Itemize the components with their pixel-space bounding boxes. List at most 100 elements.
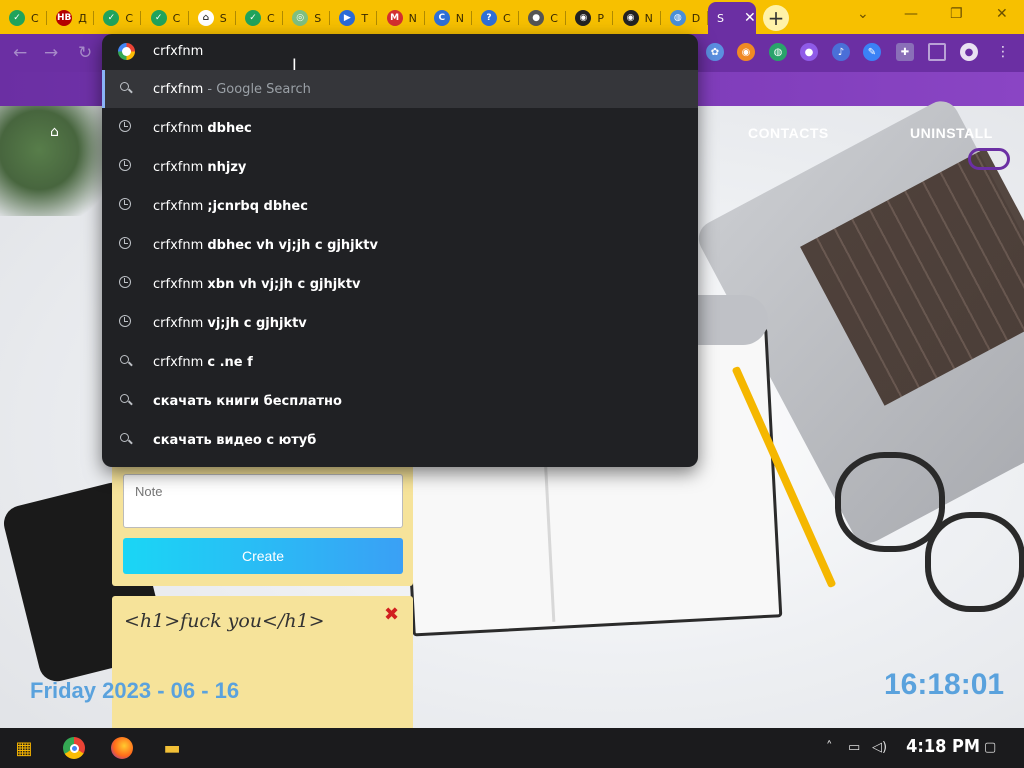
tab-favicon-icon: ✓ — [245, 10, 261, 26]
extension-icon[interactable]: ✎ — [863, 43, 881, 61]
suggestion-completion: nhjzy — [207, 159, 247, 175]
tab[interactable]: ✓ C — [0, 4, 47, 32]
volume-icon[interactable]: ◁) — [872, 740, 887, 755]
suggestion-text: crfxfnm - Google Search — [153, 82, 311, 97]
tab[interactable]: MN — [378, 4, 425, 32]
history-icon — [119, 237, 133, 251]
tab[interactable]: ✓ C — [236, 4, 283, 32]
suggestion-row[interactable]: crfxfnm xbn vh vj;jh c gjhjktv — [102, 265, 698, 303]
tab[interactable]: HB Д — [47, 4, 95, 32]
address-bar[interactable]: crfxfnm I — [102, 34, 698, 74]
tab-label: T — [361, 11, 369, 25]
nav-contacts[interactable]: CONTACTS — [748, 125, 829, 141]
start-icon[interactable]: ▦ — [10, 734, 38, 762]
tab-label: D — [691, 11, 701, 25]
new-tab-button[interactable]: + — [763, 5, 789, 31]
taskbar — [0, 728, 1024, 768]
suggestion-row[interactable]: crfxfnm dbhec vh vj;jh c gjhjktv — [102, 226, 698, 264]
profile-avatar[interactable]: ● — [960, 43, 978, 61]
notifications-icon[interactable]: ▢ — [984, 740, 996, 755]
tab[interactable]: ● C — [519, 4, 567, 32]
delete-icon[interactable]: ✖ — [384, 604, 399, 625]
suggestion-query: crfxfnm — [153, 315, 208, 331]
suggestion-text: crfxfnm vj;jh c gjhjktv — [153, 316, 307, 331]
suggestion-text: crfxfnm ;jcnrbq dbhec — [153, 199, 308, 214]
history-icon — [119, 198, 133, 212]
tab-favicon-icon: ✓ — [150, 10, 167, 26]
taskbar-clock[interactable]: 4:18 PM — [906, 736, 980, 757]
tab[interactable]: ◎ S — [283, 4, 331, 32]
history-icon — [119, 159, 133, 173]
history-icon — [119, 315, 133, 329]
create-button[interactable]: Create — [123, 538, 403, 574]
tab[interactable]: ▶ T — [330, 4, 378, 32]
forward-icon[interactable]: → — [44, 43, 58, 63]
extension-icon[interactable]: ✿ — [706, 43, 724, 61]
google-icon — [118, 43, 135, 60]
nav-uninstall[interactable]: UNINSTALL — [910, 125, 993, 141]
date-display: Friday 2023 - 06 - 16 — [30, 678, 240, 703]
tab[interactable]: ◉ N — [614, 4, 661, 32]
suggestion-row[interactable]: crfxfnm vj;jh c gjhjktv — [102, 304, 698, 342]
tab-label: Д — [78, 11, 87, 25]
restore-icon[interactable]: ❐ — [950, 6, 963, 22]
side-panel-icon[interactable] — [928, 43, 946, 61]
tab-search-icon[interactable]: ⌄ — [857, 6, 869, 22]
tab-favicon-icon: ◉ — [622, 10, 639, 26]
file-explorer-icon[interactable]: ▬ — [158, 734, 186, 762]
tab-label: C — [267, 11, 275, 25]
suggestion-completion: скачать книги бесплатно — [153, 393, 342, 409]
close-window-icon[interactable]: ✕ — [996, 6, 1008, 22]
tab-label: S — [314, 11, 322, 25]
suggestion-row[interactable]: crfxfnm c .ne f — [102, 343, 698, 381]
reload-icon[interactable]: ↻ — [78, 43, 92, 63]
suggestion-row[interactable]: crfxfnm - Google Search — [102, 70, 698, 108]
tab[interactable]: ◍ D — [661, 4, 708, 32]
network-icon[interactable]: ▭ — [848, 740, 860, 755]
tab[interactable]: ✓ C — [142, 4, 189, 32]
extension-icon[interactable]: ● — [800, 43, 818, 61]
menu-icon[interactable]: ⋮ — [994, 43, 1012, 61]
extension-icon[interactable]: ◉ — [737, 43, 755, 61]
extension-icon[interactable]: ◍ — [769, 43, 787, 61]
home-icon[interactable]: ⌂ — [50, 124, 59, 140]
suggestion-query: crfxfnm — [153, 120, 208, 136]
suggestion-text: crfxfnm xbn vh vj;jh c gjhjktv — [153, 277, 361, 292]
tab-favicon-icon: ⌂ — [197, 10, 214, 26]
tab-favicon-icon: ✓ — [103, 10, 120, 26]
suggestion-completion: vj;jh c gjhjktv — [207, 315, 307, 331]
tab-label: N — [644, 11, 653, 25]
link-icon[interactable] — [968, 148, 1010, 170]
tab-active[interactable]: S ✕ — [708, 2, 756, 34]
suggestion-row[interactable]: crfxfnm dbhec — [102, 109, 698, 147]
minimize-icon[interactable]: — — [904, 6, 918, 22]
extension-icon[interactable]: ♪ — [832, 43, 850, 61]
tab[interactable]: CN — [425, 4, 472, 32]
tab[interactable]: ◉ P — [566, 4, 614, 32]
puzzle-icon[interactable]: ✚ — [896, 43, 914, 61]
suggestion-completion: скачать видео с ютуб — [153, 432, 317, 448]
tab[interactable]: ✓ C — [94, 4, 142, 32]
search-icon — [119, 432, 133, 446]
suggestion-row[interactable]: скачать видео с ютуб — [102, 421, 698, 459]
suggestion-row[interactable]: crfxfnm nhjzy — [102, 148, 698, 186]
suggestion-row[interactable]: скачать книги бесплатно — [102, 382, 698, 420]
firefox-icon[interactable] — [108, 734, 136, 762]
tab[interactable]: ? C — [472, 4, 519, 32]
tab-favicon-icon: C — [433, 10, 450, 26]
address-input[interactable]: crfxfnm — [153, 44, 203, 59]
chevron-up-icon[interactable]: ˄ — [826, 740, 833, 755]
suggestion-text: скачать видео с ютуб — [153, 433, 316, 448]
tab-label: N — [455, 11, 465, 25]
note-form: Create — [112, 462, 413, 586]
suggestion-text: crfxfnm c .ne f — [153, 355, 253, 370]
tab-favicon-icon: HB — [56, 10, 73, 26]
chrome-icon[interactable] — [60, 734, 88, 762]
back-icon[interactable]: ← — [13, 43, 27, 63]
close-tab-icon[interactable]: ✕ — [744, 10, 756, 26]
tab[interactable]: ⌂ S — [189, 4, 236, 32]
suggestion-text: crfxfnm dbhec — [153, 121, 252, 136]
suggestion-row[interactable]: crfxfnm ;jcnrbq dbhec — [102, 187, 698, 225]
search-icon — [119, 354, 133, 368]
note-input[interactable] — [123, 474, 403, 528]
